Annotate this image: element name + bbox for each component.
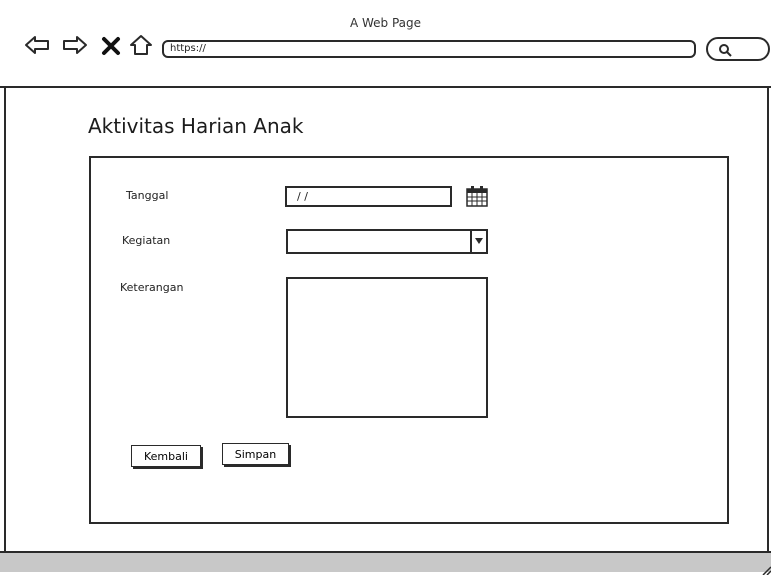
status-bar: [0, 551, 771, 576]
keterangan-textarea[interactable]: [286, 277, 488, 418]
simpan-button[interactable]: Simpan: [222, 443, 289, 465]
kegiatan-select[interactable]: [286, 229, 488, 254]
page-title: Aktivitas Harian Anak: [88, 114, 304, 138]
kembali-button[interactable]: Kembali: [131, 445, 201, 467]
search-button[interactable]: [706, 37, 770, 61]
close-x-icon[interactable]: [101, 34, 121, 56]
forward-arrow-icon[interactable]: [62, 34, 88, 56]
chevron-down-icon[interactable]: [470, 231, 486, 252]
window-title: A Web Page: [349, 16, 422, 30]
home-icon[interactable]: [129, 34, 153, 56]
resize-grip-icon[interactable]: [759, 560, 771, 576]
kegiatan-label: Kegiatan: [122, 234, 171, 247]
tanggal-input[interactable]: / /: [285, 186, 452, 207]
url-field[interactable]: https://: [162, 40, 696, 58]
tanggal-label: Tanggal: [126, 189, 169, 202]
browser-chrome: A Web Page https://: [0, 0, 771, 88]
search-icon: [719, 44, 732, 57]
back-arrow-icon[interactable]: [24, 34, 50, 56]
keterangan-label: Keterangan: [120, 281, 184, 294]
calendar-icon[interactable]: [465, 184, 489, 208]
